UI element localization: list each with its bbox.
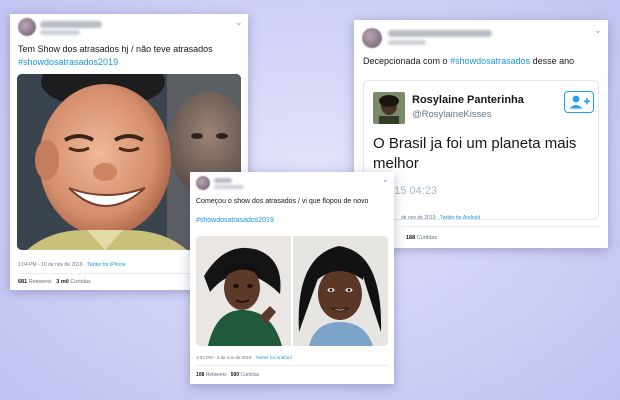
retweet-count[interactable]: 681 — [18, 279, 27, 285]
embedded-tweet-text-line1: O Brasil ja foi um planeta mais — [373, 135, 577, 152]
retweet-label: Retweets — [28, 279, 52, 285]
tweet-client-link[interactable]: Twitter for Android — [440, 215, 480, 221]
retweet-count[interactable]: 108 — [196, 372, 204, 378]
woman-wig-photo-right — [293, 236, 388, 346]
tweet-meta: de nov de 2019 · Twitter for Android — [401, 215, 481, 221]
like-count[interactable]: 188 — [406, 235, 415, 241]
blurred-display-name — [40, 21, 102, 28]
tweet-text-end: desse ano — [530, 56, 575, 66]
avatar[interactable] — [18, 18, 36, 36]
hashtag-link[interactable]: #showdosatrasados2019 — [196, 217, 274, 224]
embedded-display-name[interactable]: Rosylaine Panterinha — [412, 94, 524, 106]
chevron-down-icon[interactable]: ⌄ — [382, 176, 389, 184]
tweet-text-start: Decepcionada com o — [363, 56, 451, 66]
embedded-avatar[interactable] — [373, 92, 405, 124]
chevron-down-icon[interactable]: ⌄ — [235, 18, 243, 27]
blurred-display-name — [388, 30, 492, 37]
tweet-timestamp[interactable]: 1:04 PM - 10 de nov de 2019 — [18, 262, 83, 268]
divider — [401, 226, 599, 227]
like-label: Curtidas — [70, 279, 91, 285]
hashtag-link[interactable]: #showdosatrasados — [450, 56, 530, 66]
tweet-photo-pair[interactable] — [196, 236, 388, 346]
tweet-timestamp[interactable]: 1:03 PM - 3 de nov de 2019 — [196, 355, 252, 360]
blurred-display-name — [214, 178, 232, 183]
tweet-stats: 681 Retweets 3 mil Curtidas — [18, 279, 91, 285]
tweet-stats: 188 Curtidas — [406, 235, 437, 241]
blurred-handle — [40, 30, 80, 35]
tweet-meta: 1:04 PM - 10 de nov de 2019 · Twitter fo… — [18, 262, 126, 268]
blurred-handle — [214, 185, 244, 189]
add-user-icon — [569, 95, 590, 109]
tweet-client-link[interactable]: Twitter for Android — [255, 355, 291, 360]
follow-button[interactable] — [564, 91, 594, 113]
tweet-meta: 1:03 PM - 3 de nov de 2019 · Twitter for… — [196, 355, 292, 360]
tweet-text: Começou o show dos atrasados / vi que fl… — [196, 198, 369, 205]
hashtag-link[interactable]: #showdosatrasados2019 — [18, 57, 118, 67]
chevron-down-icon[interactable]: ⌄ — [594, 26, 602, 35]
like-label: Curtidas — [240, 372, 260, 378]
tweet-text: Decepcionada com o #showdosatrasados des… — [363, 56, 574, 66]
avatar[interactable] — [196, 176, 210, 190]
tweet-card-3[interactable]: ⌄ Começou o show dos atrasados / vi que … — [190, 172, 394, 384]
embedded-handle[interactable]: @RosylaineKisses — [412, 109, 491, 120]
like-count[interactable]: 500 — [231, 372, 239, 378]
like-count[interactable]: 3 mil — [56, 279, 69, 285]
tweet-timestamp[interactable]: de nov de 2019 — [401, 215, 435, 221]
divider — [196, 365, 388, 366]
woman-wig-photo-left — [196, 236, 291, 346]
like-label: Curtidas — [416, 235, 438, 241]
tweet-text: Tem Show dos atrasados hj / não teve atr… — [18, 44, 213, 54]
embedded-tweet-text-line2: melhor — [373, 155, 419, 172]
retweet-label: Retweets — [205, 372, 227, 378]
blurred-handle — [388, 40, 426, 45]
avatar[interactable] — [362, 28, 382, 48]
embedded-tweet[interactable]: Rosylaine Panterinha @RosylaineKisses O … — [363, 80, 599, 220]
tweet-client-link[interactable]: Twitter for iPhone — [87, 262, 126, 268]
tweet-stats: 108 Retweets 500 Curtidas — [196, 372, 259, 378]
